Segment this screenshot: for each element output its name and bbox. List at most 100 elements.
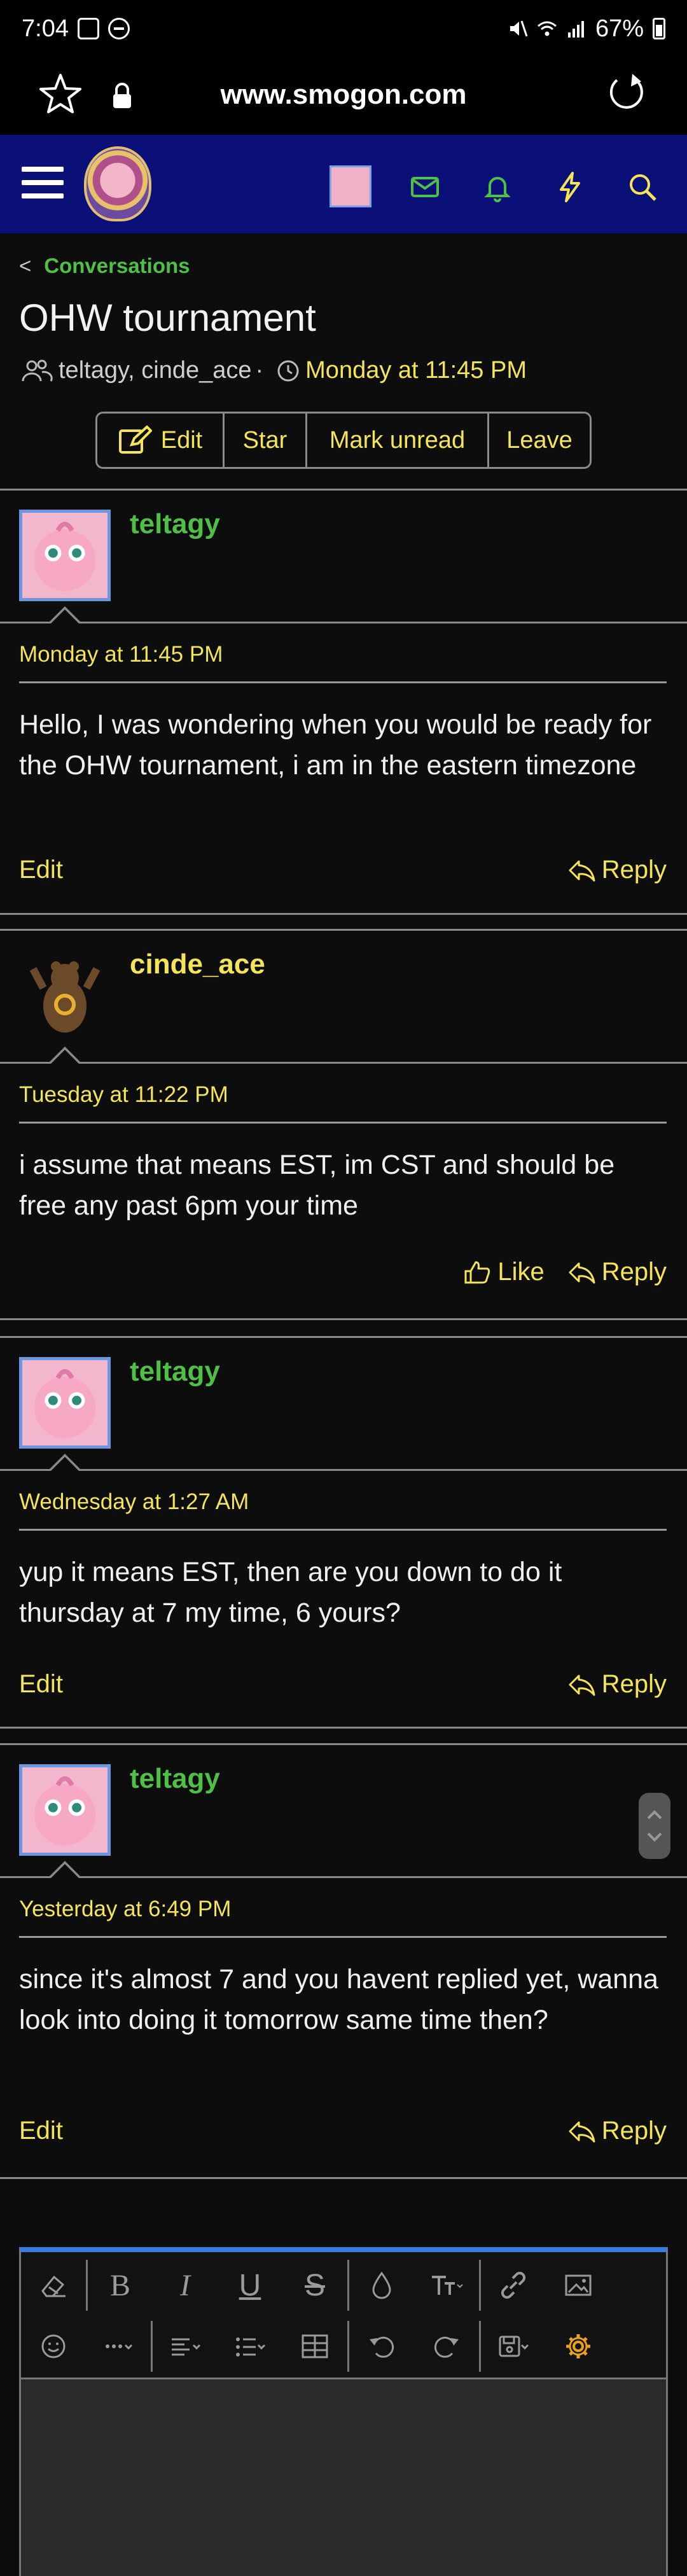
emoji-icon[interactable] (21, 2316, 86, 2377)
reply-icon (569, 1674, 595, 1695)
message: cinde_ace Tuesday at 11:22 PM i assume t… (0, 929, 687, 1320)
message-footer: Edit Reply (19, 856, 667, 884)
username[interactable]: teltagy (130, 1356, 220, 1388)
drafts-icon[interactable] (481, 2316, 546, 2377)
reply-label: Reply (601, 2117, 667, 2145)
reply-button[interactable]: Reply (567, 856, 667, 884)
message-date[interactable]: Yesterday at 6:49 PM (19, 1897, 231, 1922)
reply-icon (569, 860, 595, 881)
list-icon[interactable] (218, 2316, 282, 2377)
like-button[interactable]: Like (463, 1258, 545, 1286)
italic-button[interactable]: I (153, 2255, 218, 2316)
like-label: Like (497, 1258, 545, 1286)
username[interactable]: teltagy (130, 508, 220, 540)
align-icon[interactable] (153, 2316, 218, 2377)
bold-button[interactable]: B (88, 2255, 153, 2316)
message-textarea[interactable] (21, 2381, 666, 2572)
message-date[interactable]: Tuesday at 11:22 PM (19, 1082, 228, 1108)
undo-icon[interactable] (349, 2316, 414, 2377)
text-color-icon[interactable] (349, 2255, 414, 2316)
reply-button[interactable]: Reply (567, 2117, 667, 2145)
gallery-notification-icon (77, 18, 99, 39)
mute-icon (510, 20, 528, 37)
search-icon[interactable] (623, 168, 662, 206)
more-options-icon[interactable] (86, 2316, 151, 2377)
chevron-left-icon: < (19, 254, 32, 277)
user-avatar-cinde-ace[interactable] (19, 950, 111, 1041)
address-bar[interactable]: www.smogon.com (0, 79, 687, 111)
message-footer: Edit Reply (19, 2117, 667, 2145)
edit-conversation-button[interactable]: Edit (97, 414, 225, 467)
conversation-actions: Edit Star Mark unread Leave (95, 412, 592, 469)
redo-icon[interactable] (414, 2316, 479, 2377)
clock-icon (277, 360, 299, 381)
edit-message-button[interactable]: Edit (19, 1670, 63, 1699)
participants[interactable]: teltagy, cinde_ace (59, 357, 252, 384)
link-icon[interactable] (481, 2255, 546, 2316)
breadcrumb[interactable]: < Conversations (19, 254, 190, 278)
table-icon[interactable] (282, 2316, 347, 2377)
image-icon[interactable] (546, 2255, 611, 2316)
inbox-icon[interactable] (406, 168, 444, 206)
leave-button[interactable]: Leave (489, 414, 590, 467)
reply-editor[interactable]: B I U S (19, 2247, 668, 2576)
settings-gear-icon[interactable] (546, 2316, 611, 2377)
reply-label: Reply (601, 1258, 667, 1286)
reply-icon (569, 2121, 595, 2142)
strikethrough-button[interactable]: S (282, 2255, 347, 2316)
thumbs-up-icon (464, 1261, 490, 1283)
participants-icon (22, 359, 53, 382)
message: teltagy Monday at 11:45 PM Hello, I was … (0, 489, 687, 915)
menu-icon[interactable] (22, 167, 64, 202)
edit-label: Edit (160, 426, 203, 454)
message-date[interactable]: Monday at 11:45 PM (19, 642, 223, 667)
reply-label: Reply (601, 1670, 667, 1698)
status-time: 7:04 (22, 15, 69, 42)
page-title: OHW tournament (19, 296, 316, 339)
bolt-icon[interactable] (551, 168, 589, 206)
message-body: Hello, I was wondering when you would be… (19, 709, 652, 781)
user-avatar-teltagy[interactable] (19, 1357, 111, 1449)
message-date[interactable]: Wednesday at 1:27 AM (19, 1489, 249, 1515)
site-logo[interactable] (84, 146, 151, 221)
reply-icon (569, 1262, 595, 1283)
bell-icon[interactable] (478, 168, 517, 206)
notch (48, 1047, 81, 1064)
message: teltagy Yesterday at 6:49 PM since it's … (0, 1743, 687, 2179)
underline-button[interactable]: U (218, 2255, 282, 2316)
reply-button[interactable]: Reply (567, 1258, 667, 1286)
scroll-handle[interactable] (639, 1793, 670, 1859)
message-body: yup it means EST, then are you down to d… (19, 1557, 562, 1628)
notch (48, 1861, 81, 1878)
message-body: since it's almost 7 and you havent repli… (19, 1964, 658, 2035)
wifi-icon (537, 21, 557, 36)
message: teltagy Wednesday at 1:27 AM yup it mean… (0, 1336, 687, 1729)
edit-message-button[interactable]: Edit (19, 856, 63, 884)
message-footer: Like Reply (19, 1258, 667, 1286)
site-header (0, 135, 687, 233)
message-body: i assume that means EST, im CST and shou… (19, 1150, 615, 1221)
clear-formatting-icon[interactable] (21, 2255, 86, 2316)
account-avatar[interactable] (330, 165, 371, 207)
user-avatar-teltagy[interactable] (19, 1764, 111, 1856)
username[interactable]: cinde_ace (130, 949, 265, 980)
dnd-icon (108, 18, 130, 39)
username[interactable]: teltagy (130, 1763, 220, 1795)
notch (48, 1454, 81, 1471)
status-bar: 7:04 67% (0, 0, 687, 57)
reply-button[interactable]: Reply (567, 1670, 667, 1699)
signal-icon (567, 21, 584, 38)
battery-icon (653, 18, 665, 39)
font-size-icon[interactable] (414, 2255, 479, 2316)
reload-icon[interactable] (604, 70, 649, 115)
mark-unread-button[interactable]: Mark unread (307, 414, 489, 467)
conversation-meta: teltagy, cinde_ace · Monday at 11:45 PM (19, 357, 527, 384)
breadcrumb-conversations[interactable]: Conversations (44, 254, 190, 277)
notch (48, 606, 81, 623)
edit-message-button[interactable]: Edit (19, 2117, 63, 2145)
conversation-date[interactable]: Monday at 11:45 PM (305, 357, 527, 384)
star-button[interactable]: Star (225, 414, 307, 467)
user-avatar-teltagy[interactable] (19, 510, 111, 601)
reply-label: Reply (601, 856, 667, 884)
meta-separator: · (255, 357, 264, 384)
